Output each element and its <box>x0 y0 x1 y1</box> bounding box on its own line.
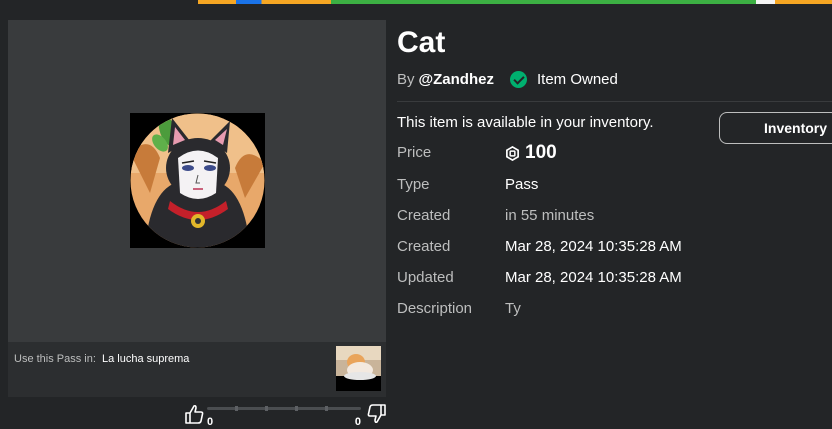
vote-bar-tick <box>265 406 268 411</box>
usage-bar: Use this Pass in: La lucha suprema <box>8 342 386 397</box>
vote-bar-tick <box>235 406 238 411</box>
vote-down-count: 0 <box>354 416 361 428</box>
price-amount: 100 <box>525 142 557 163</box>
kitten-thumbnail-image <box>336 346 381 391</box>
robux-icon <box>506 145 519 161</box>
divider <box>397 101 832 102</box>
usage-text: Use this Pass in: La lucha suprema <box>14 353 189 365</box>
game-thumbnail[interactable] <box>336 346 381 391</box>
vote-ratio-bar <box>207 406 361 411</box>
detail-value: in 55 minutes <box>505 207 595 224</box>
item-owned-label: Item Owned <box>536 71 618 88</box>
inventory-button[interactable]: Inventory <box>719 112 832 144</box>
detail-value: Mar 28, 2024 10:35:28 AM <box>505 238 682 255</box>
vote-bar-tick <box>325 406 328 411</box>
thumbs-up-icon[interactable] <box>183 403 205 425</box>
detail-label: Type <box>397 176 430 193</box>
item-title: Cat <box>397 26 446 59</box>
item-thumbnail-panel <box>8 20 386 342</box>
cat-avatar-image <box>130 113 265 248</box>
creator-link[interactable]: @Zandhez <box>419 71 494 88</box>
detail-label: Updated <box>397 269 454 286</box>
description-value: Ty <box>505 300 521 317</box>
detail-value: Mar 28, 2024 10:35:28 AM <box>505 269 682 286</box>
byline: By @Zandhez Item Owned <box>397 71 618 88</box>
top-banner-strip <box>198 0 832 4</box>
usage-prefix: Use this Pass in: <box>14 353 96 365</box>
vote-section: 0 0 <box>183 403 388 429</box>
by-prefix: By <box>397 71 415 88</box>
detail-label: Price <box>397 144 432 161</box>
detail-row-description: Description Ty <box>397 300 521 317</box>
detail-row-type: Type Pass <box>397 176 538 193</box>
detail-value: Pass <box>505 176 539 193</box>
thumbs-down-icon[interactable] <box>366 403 388 425</box>
detail-row-created-relative: Created in 55 minutes <box>397 207 594 224</box>
detail-label: Created <box>397 207 451 224</box>
detail-row-created: Created Mar 28, 2024 10:35:28 AM <box>397 238 682 255</box>
vote-bar-tick <box>295 406 298 411</box>
price-value: 100 <box>505 142 557 164</box>
game-link[interactable]: La lucha suprema <box>102 353 189 365</box>
check-circle-icon <box>509 71 527 88</box>
detail-row-price: Price 100 <box>397 142 557 164</box>
detail-label: Created <box>397 238 451 255</box>
detail-row-updated: Updated Mar 28, 2024 10:35:28 AM <box>397 269 682 286</box>
availability-text: This item is available in your inventory… <box>397 114 654 131</box>
detail-label: Description <box>397 300 473 317</box>
vote-up-count: 0 <box>207 416 214 428</box>
item-image <box>130 113 265 248</box>
